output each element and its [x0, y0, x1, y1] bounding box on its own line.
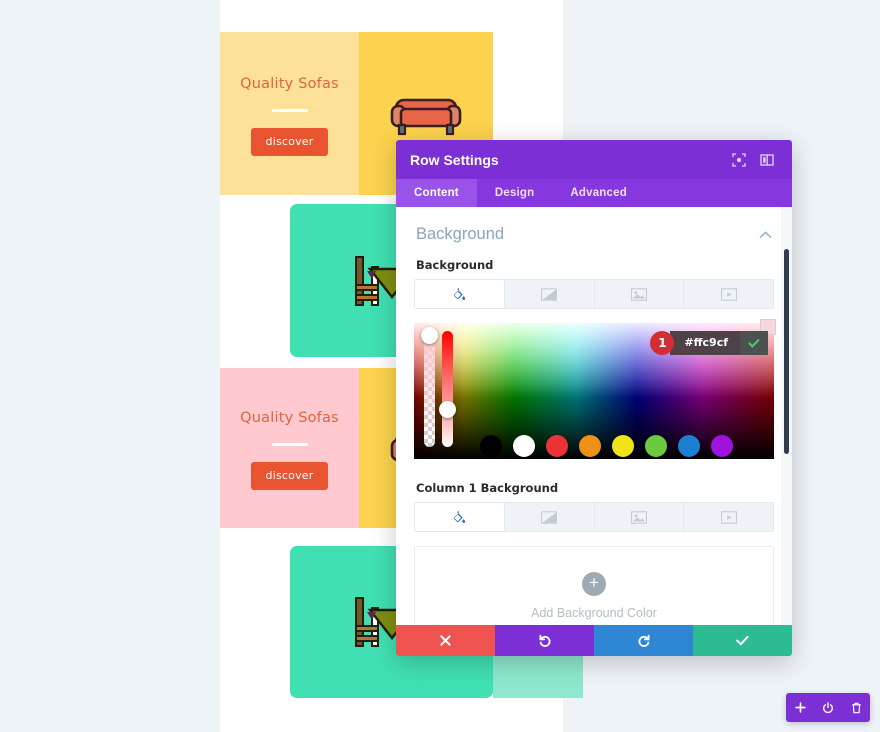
gradient-icon[interactable]	[505, 503, 595, 531]
hex-value-field[interactable]: #ffc9cf	[670, 331, 740, 355]
video-icon[interactable]	[684, 503, 773, 531]
modal-footer	[396, 625, 792, 656]
cancel-button[interactable]	[396, 625, 495, 656]
image-icon[interactable]	[595, 503, 685, 531]
color-picker-gradient[interactable]: 1 #ffc9cf	[414, 319, 776, 459]
row-3-discover-button[interactable]: discover	[250, 462, 329, 490]
row-1-discover-button[interactable]: discover	[250, 127, 329, 156]
section-title: Background	[416, 225, 505, 243]
color-fill-icon[interactable]	[415, 503, 505, 531]
tab-content[interactable]: Content	[396, 179, 477, 207]
panel-layout-icon[interactable]	[756, 149, 778, 171]
builder-toolbar	[786, 693, 870, 722]
tab-advanced[interactable]: Advanced	[552, 179, 645, 207]
modal-body: Background Background 1 #ffc9cf Column 1…	[396, 207, 792, 625]
row-3-text-column: Quality Sofas discover	[220, 368, 359, 528]
redo-button[interactable]	[594, 625, 693, 656]
hue-slider-handle[interactable]	[439, 401, 456, 418]
power-icon[interactable]	[814, 693, 842, 722]
sofa-illustration	[389, 90, 463, 138]
row-1-title: Quality Sofas	[240, 75, 339, 92]
add-background-color-button[interactable]: + Add Background Color	[414, 546, 774, 625]
swatch-white[interactable]	[513, 435, 535, 457]
row-3-divider	[271, 443, 308, 446]
swatch-orange[interactable]	[579, 435, 601, 457]
save-button[interactable]	[693, 625, 792, 656]
swatch-black[interactable]	[480, 435, 502, 457]
column-background-label: Column 1 Background	[416, 481, 559, 495]
add-background-color-label: Add Background Color	[531, 606, 657, 620]
swatch-red[interactable]	[546, 435, 568, 457]
row-3-title: Quality Sofas	[240, 410, 339, 426]
background-section-header[interactable]: Background	[396, 207, 792, 254]
alpha-slider-handle[interactable]	[421, 327, 438, 344]
scrollbar-thumb[interactable]	[784, 249, 789, 454]
swatch-blue[interactable]	[678, 435, 700, 457]
trash-icon[interactable]	[842, 693, 870, 722]
row-settings-modal: Row Settings Content Design Advanced Bac…	[396, 140, 792, 656]
chevron-up-icon[interactable]	[759, 230, 772, 239]
hue-slider[interactable]	[439, 331, 456, 447]
modal-tab-bar: Content Design Advanced	[396, 179, 792, 207]
background-field-label: Background	[416, 258, 494, 272]
row-1-divider	[271, 108, 308, 112]
swatch-green[interactable]	[645, 435, 667, 457]
tab-design[interactable]: Design	[477, 179, 553, 207]
column-background-type-tabs	[414, 502, 774, 532]
swatch-purple[interactable]	[711, 435, 733, 457]
video-icon[interactable]	[684, 280, 773, 308]
image-icon[interactable]	[595, 280, 685, 308]
plus-icon[interactable]	[786, 693, 814, 722]
modal-title: Row Settings	[410, 151, 499, 168]
gradient-icon[interactable]	[505, 280, 595, 308]
modal-header: Row Settings	[396, 140, 792, 179]
plus-icon: +	[582, 572, 606, 596]
focus-icon[interactable]	[728, 149, 750, 171]
hex-value-tooltip: 1 #ffc9cf	[650, 331, 768, 355]
color-swatches	[480, 435, 733, 457]
swatch-yellow[interactable]	[612, 435, 634, 457]
undo-button[interactable]	[495, 625, 594, 656]
color-fill-icon[interactable]	[415, 280, 505, 308]
background-type-tabs	[414, 279, 774, 309]
row-1-text-column: Quality Sofas discover	[220, 32, 359, 195]
check-icon[interactable]	[740, 331, 768, 355]
screen: Quality Sofas discover Quality Sofas dis…	[0, 0, 880, 732]
alpha-slider[interactable]	[421, 327, 438, 447]
